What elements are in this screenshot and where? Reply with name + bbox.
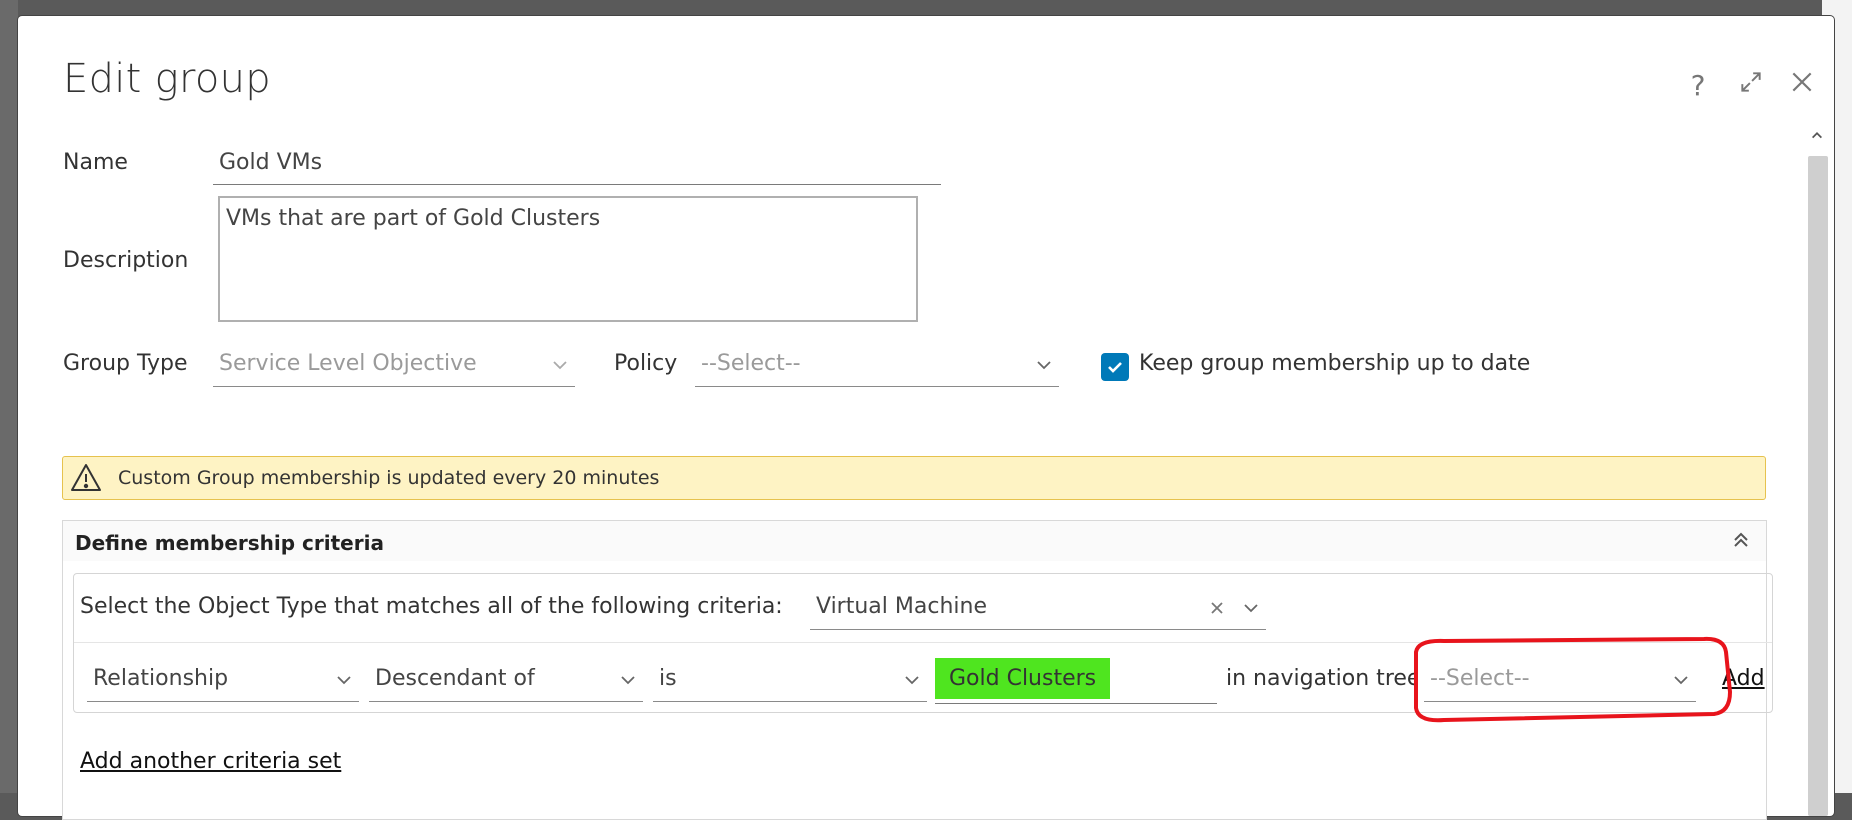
check-icon: [1108, 362, 1122, 373]
close-icon[interactable]: [1782, 66, 1822, 106]
policy-select[interactable]: --Select--: [695, 351, 1059, 387]
criteria-type-select[interactable]: Relationship: [87, 666, 359, 702]
annotation-highlight-box: [1414, 636, 1732, 723]
criteria-value-input[interactable]: Gold Clusters: [935, 658, 1217, 704]
object-type-prompt: Select the Object Type that matches all …: [80, 594, 783, 619]
dialog-title: Edit group: [63, 56, 271, 102]
warning-icon: [71, 464, 101, 491]
collapse-up-icon[interactable]: [1730, 529, 1752, 551]
chevron-down-icon: [551, 355, 569, 373]
group-type-value: Service Level Objective: [219, 351, 477, 376]
object-type-value: Virtual Machine: [816, 594, 987, 619]
name-label: Name: [63, 150, 128, 175]
operator-value: is: [659, 666, 677, 691]
criteria-panel-title: Define membership criteria: [75, 531, 384, 555]
description-textarea[interactable]: VMs that are part of Gold Clusters: [218, 196, 918, 322]
relation-value: Descendant of: [375, 666, 535, 691]
object-type-select[interactable]: Virtual Machine: [810, 594, 1266, 630]
info-alert: Custom Group membership is updated every…: [62, 456, 1766, 500]
group-type-select[interactable]: Service Level Objective: [213, 351, 575, 387]
background-app-left: [0, 0, 18, 793]
policy-value: --Select--: [701, 351, 801, 376]
expand-icon[interactable]: [1731, 66, 1771, 106]
policy-label: Policy: [614, 351, 678, 376]
relation-select[interactable]: Descendant of: [369, 666, 643, 702]
chevron-down-icon: [1035, 355, 1053, 373]
criteria-type-value: Relationship: [93, 666, 229, 691]
criteria-panel-header[interactable]: Define membership criteria: [63, 521, 1766, 561]
keep-membership-label: Keep group membership up to date: [1139, 351, 1531, 376]
navigation-tree-label: in navigation tree: [1226, 666, 1416, 691]
help-icon[interactable]: ?: [1678, 66, 1718, 106]
description-value: VMs that are part of Gold Clusters: [226, 206, 601, 231]
add-criteria-set-link[interactable]: Add another criteria set: [80, 749, 341, 774]
alert-message: Custom Group membership is updated every…: [118, 467, 660, 489]
name-input-value: Gold VMs: [219, 150, 323, 175]
background-ghost-text: [1822, 0, 1852, 793]
operator-select[interactable]: is: [653, 666, 927, 702]
clear-icon[interactable]: [1208, 598, 1226, 616]
group-type-label: Group Type: [63, 351, 188, 376]
keep-membership-checkbox[interactable]: [1101, 353, 1129, 381]
description-label: Description: [63, 248, 189, 273]
name-input[interactable]: Gold VMs: [213, 150, 941, 185]
criteria-value-highlighted: Gold Clusters: [935, 658, 1111, 699]
edit-group-dialog: Edit group ? Name Gold VMs Description V…: [18, 16, 1834, 820]
chevron-down-icon: [619, 670, 637, 688]
chevron-down-icon: [1242, 598, 1260, 616]
chevron-down-icon: [903, 670, 921, 688]
chevron-down-icon: [335, 670, 353, 688]
